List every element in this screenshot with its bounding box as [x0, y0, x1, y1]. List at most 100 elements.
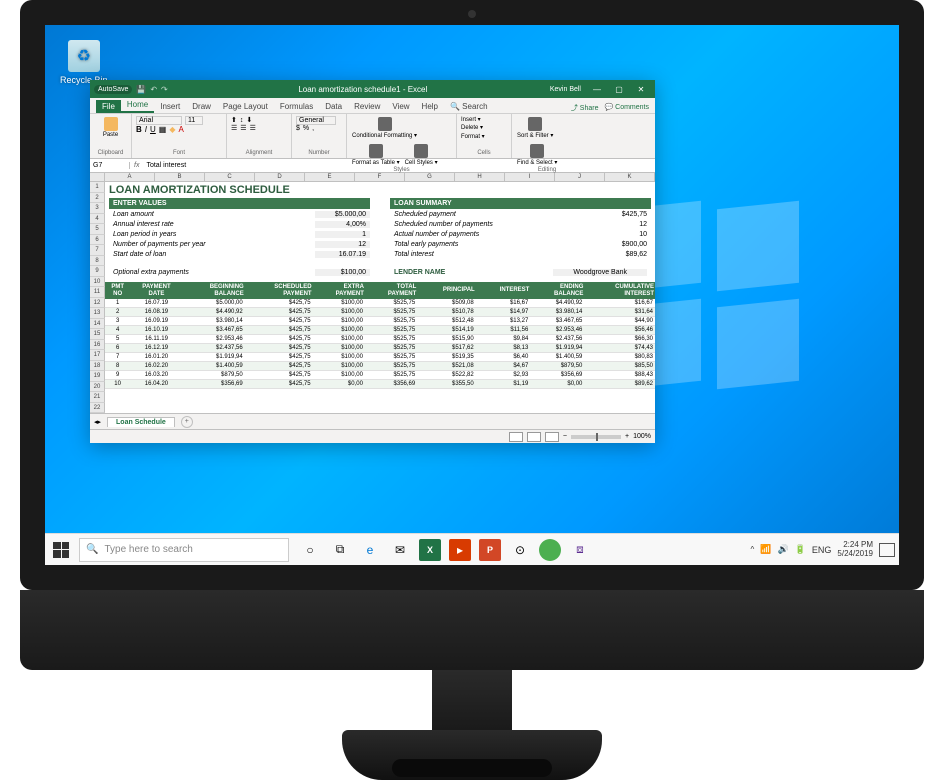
- table-row[interactable]: 416.10.19$3.467,65$425,75$100,00$525,75$…: [105, 326, 655, 335]
- page-break-view-button[interactable]: [545, 432, 559, 442]
- add-sheet-button[interactable]: +: [181, 416, 193, 428]
- zoom-in-button[interactable]: +: [625, 433, 629, 440]
- table-header[interactable]: TOTALPAYMENT: [365, 282, 417, 299]
- row-header[interactable]: 9: [90, 266, 105, 277]
- table-row[interactable]: 816.02.20$1.400,59$425,75$100,00$525,75$…: [105, 362, 655, 371]
- col-header[interactable]: C: [205, 173, 255, 181]
- percent-button[interactable]: %: [303, 125, 309, 132]
- row-header[interactable]: 4: [90, 214, 105, 225]
- italic-button[interactable]: I: [145, 125, 147, 134]
- table-row[interactable]: 116.07.19$5.000,00$425,75$100,00$525,75$…: [105, 299, 655, 308]
- sheet-tab-active[interactable]: Loan Schedule: [107, 417, 175, 427]
- row-header[interactable]: 8: [90, 256, 105, 267]
- col-header[interactable]: K: [605, 173, 655, 181]
- comments-button[interactable]: 💬 Comments: [604, 103, 649, 113]
- col-header[interactable]: H: [455, 173, 505, 181]
- tab-help[interactable]: Help: [416, 100, 444, 113]
- delete-cells-button[interactable]: Delete ▾: [461, 124, 507, 132]
- table-header[interactable]: PAYMENTDATE: [130, 282, 182, 299]
- tab-home[interactable]: Home: [121, 98, 154, 113]
- table-header[interactable]: ENDINGBALANCE: [530, 282, 584, 299]
- col-header[interactable]: G: [405, 173, 455, 181]
- table-header[interactable]: BEGINNINGBALANCE: [183, 282, 245, 299]
- excel-taskbar-icon[interactable]: X: [419, 539, 441, 561]
- table-row[interactable]: 1016.04.20$356,69$425,75$0,00$356,69$355…: [105, 380, 655, 389]
- align-left-button[interactable]: ☰: [231, 124, 237, 132]
- number-format-select[interactable]: General: [296, 116, 336, 125]
- lender-value[interactable]: Woodgrove Bank: [553, 269, 647, 276]
- border-button[interactable]: ▦: [159, 125, 167, 134]
- table-header[interactable]: EXTRAPAYMENT: [313, 282, 365, 299]
- table-row[interactable]: 616.12.19$2.437,56$425,75$100,00$525,75$…: [105, 344, 655, 353]
- edge-icon[interactable]: e: [359, 539, 381, 561]
- tab-formulas[interactable]: Formulas: [274, 100, 319, 113]
- tray-language[interactable]: ENG: [812, 545, 832, 555]
- tab-file[interactable]: File: [96, 100, 121, 113]
- row-headers[interactable]: 12345678910111213141516171819202122: [90, 182, 105, 413]
- tab-search[interactable]: 🔍 Search: [444, 100, 494, 113]
- table-header[interactable]: PMTNO: [105, 282, 130, 299]
- page-layout-view-button[interactable]: [527, 432, 541, 442]
- redo-icon[interactable]: ↷: [161, 85, 168, 94]
- row-header[interactable]: 22: [90, 403, 105, 414]
- app-icon-red[interactable]: ▸: [449, 539, 471, 561]
- table-header[interactable]: SCHEDULEDPAYMENT: [245, 282, 313, 299]
- amortization-table[interactable]: PMTNOPAYMENTDATEBEGINNINGBALANCESCHEDULE…: [105, 282, 655, 389]
- col-header[interactable]: J: [555, 173, 605, 181]
- bold-button[interactable]: B: [136, 125, 142, 134]
- comma-button[interactable]: ,: [312, 125, 314, 132]
- search-box[interactable]: 🔍 Type here to search: [79, 538, 289, 562]
- app-icon-green[interactable]: [539, 539, 561, 561]
- col-header[interactable]: F: [355, 173, 405, 181]
- col-header[interactable]: I: [505, 173, 555, 181]
- close-button[interactable]: ✕: [631, 85, 651, 94]
- font-size-select[interactable]: 11: [185, 116, 203, 125]
- row-header[interactable]: 12: [90, 298, 105, 309]
- align-center-button[interactable]: ☰: [240, 124, 246, 132]
- col-header[interactable]: D: [255, 173, 305, 181]
- row-header[interactable]: 10: [90, 277, 105, 288]
- excel-window[interactable]: AutoSave 💾 ↶ ↷ Loan amortization schedul…: [90, 80, 655, 443]
- row-header[interactable]: 21: [90, 392, 105, 403]
- row-header[interactable]: 5: [90, 224, 105, 235]
- user-name[interactable]: Kevin Bell: [550, 86, 581, 93]
- col-header[interactable]: E: [305, 173, 355, 181]
- powerpoint-icon[interactable]: P: [479, 539, 501, 561]
- table-row[interactable]: 716.01.20$1.919,94$425,75$100,00$525,75$…: [105, 353, 655, 362]
- paste-button[interactable]: Paste: [94, 116, 127, 139]
- row-header[interactable]: 19: [90, 371, 105, 382]
- quick-access-toolbar[interactable]: 💾 ↶ ↷: [136, 85, 167, 94]
- row-header[interactable]: 17: [90, 350, 105, 361]
- font-color-button[interactable]: A: [179, 125, 184, 134]
- align-right-button[interactable]: ☰: [250, 124, 256, 132]
- row-header[interactable]: 13: [90, 308, 105, 319]
- table-header[interactable]: INTEREST: [476, 282, 531, 299]
- column-headers[interactable]: ABCDEFGHIJK: [90, 173, 655, 182]
- sort-filter-button[interactable]: Sort & Filter ▾: [516, 116, 554, 140]
- fill-color-button[interactable]: ◆: [169, 125, 175, 134]
- table-header[interactable]: CUMULATIVEINTEREST: [584, 282, 655, 299]
- tab-pagelayout[interactable]: Page Layout: [217, 100, 274, 113]
- start-button[interactable]: [49, 538, 73, 562]
- excel-titlebar[interactable]: AutoSave 💾 ↶ ↷ Loan amortization schedul…: [90, 80, 655, 98]
- tab-insert[interactable]: Insert: [154, 100, 186, 113]
- table-row[interactable]: 516.11.19$2.953,46$425,75$100,00$525,75$…: [105, 335, 655, 344]
- zoom-slider[interactable]: [571, 435, 621, 439]
- notifications-icon[interactable]: [879, 543, 895, 557]
- sheet-nav-next[interactable]: ▸: [98, 418, 102, 426]
- row-header[interactable]: 18: [90, 361, 105, 372]
- table-row[interactable]: 216.08.19$4.490,92$425,75$100,00$525,75$…: [105, 308, 655, 317]
- row-header[interactable]: 6: [90, 235, 105, 246]
- underline-button[interactable]: U: [150, 125, 156, 134]
- format-cells-button[interactable]: Format ▾: [461, 133, 507, 141]
- tab-data[interactable]: Data: [319, 100, 348, 113]
- name-box[interactable]: G7: [90, 162, 130, 169]
- share-button[interactable]: ⤴ Share: [571, 103, 599, 113]
- task-view-icon[interactable]: ⧉: [329, 539, 351, 561]
- maximize-button[interactable]: ▢: [609, 85, 629, 94]
- row-header[interactable]: 15: [90, 329, 105, 340]
- tab-view[interactable]: View: [386, 100, 415, 113]
- align-middle-button[interactable]: ↕: [240, 117, 244, 124]
- conditional-formatting-button[interactable]: Conditional Formatting ▾: [351, 116, 418, 140]
- fx-icon[interactable]: fx: [130, 162, 143, 169]
